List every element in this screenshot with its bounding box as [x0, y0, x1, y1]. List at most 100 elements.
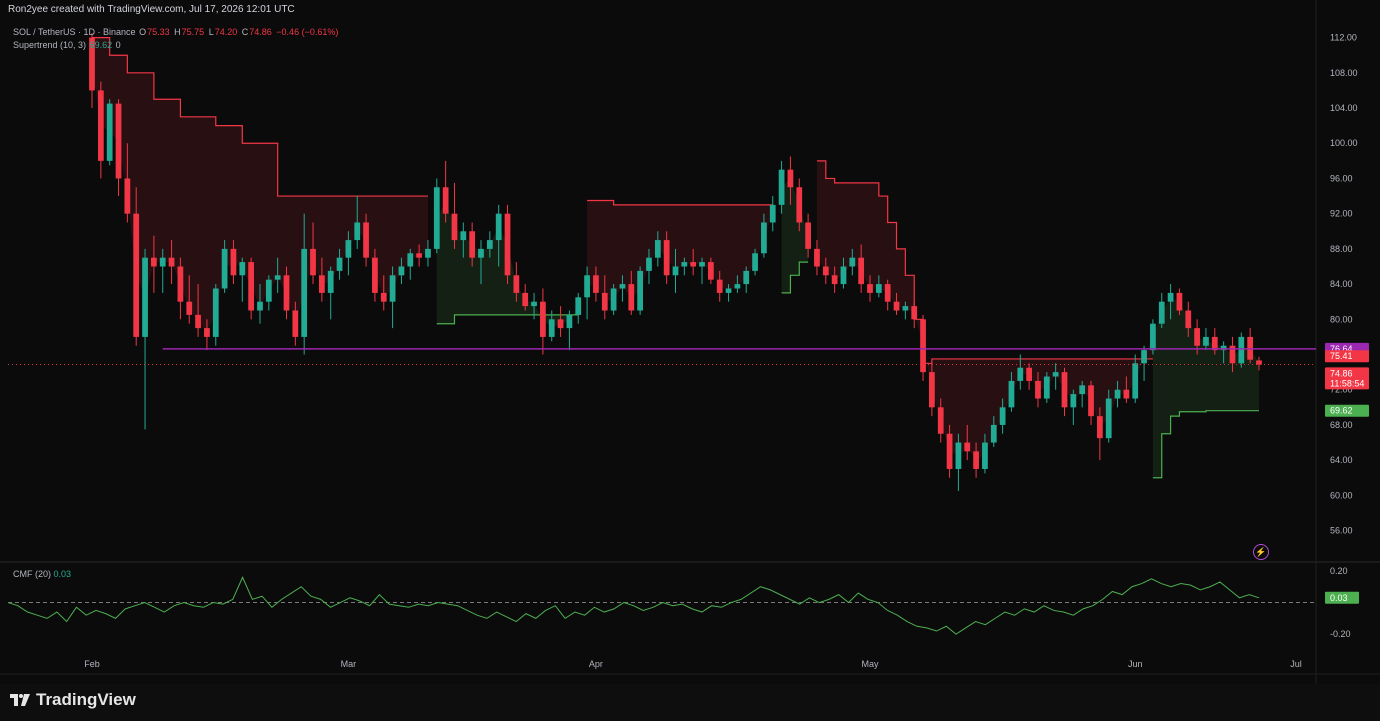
candle-body — [990, 424, 997, 443]
candle-body — [540, 301, 546, 337]
candle-body — [911, 306, 918, 320]
candle-body — [955, 442, 962, 469]
supertrend-value: 69.62 — [89, 40, 113, 50]
tradingview-logo[interactable]: TradingView — [10, 690, 136, 710]
candle-body — [1017, 367, 1024, 381]
time-tick-label: Jun — [1128, 659, 1143, 669]
candle-body — [637, 270, 644, 311]
candle — [433, 178, 440, 254]
candle-body — [248, 262, 255, 311]
candle-body — [884, 284, 891, 302]
candle-body — [725, 288, 732, 293]
candle-body — [504, 213, 511, 276]
candle-body — [840, 266, 847, 285]
symbol-legend[interactable]: SOL / TetherUS · 1D · Binance O75.33 H75… — [13, 27, 339, 37]
candle-body — [460, 231, 467, 241]
price-tick-label: 80.00 — [1330, 314, 1353, 324]
price-tick-label: 112.00 — [1330, 33, 1357, 43]
price-tick-label: 68.00 — [1330, 420, 1353, 430]
candle-body — [407, 253, 414, 267]
cmf-legend[interactable]: CMF (20) 0.03 — [13, 569, 71, 579]
candle-body — [937, 407, 944, 434]
candle-body — [416, 253, 422, 258]
candle-body — [274, 275, 281, 280]
candle-body — [690, 262, 697, 267]
candle-body — [654, 240, 661, 258]
candle-body — [239, 262, 246, 276]
candle-body — [478, 248, 484, 258]
candle — [212, 284, 219, 346]
candle-body — [1061, 372, 1068, 408]
candle-body — [752, 253, 758, 271]
supertrend-badge-label: 69.62 — [1330, 406, 1353, 416]
candle-body — [151, 257, 157, 267]
last-price-badge-countdown: 11:58:54 — [1330, 378, 1364, 388]
candle-body — [1079, 385, 1086, 395]
candle-body — [451, 213, 458, 241]
candle-body — [292, 310, 299, 337]
candle-body — [336, 257, 343, 271]
candle-body — [327, 270, 334, 293]
candle-body — [778, 169, 785, 205]
candle-body — [699, 262, 705, 267]
last-price-badge-label: 74.86 — [1330, 368, 1353, 378]
candle-body — [663, 240, 670, 276]
time-tick-label: May — [861, 659, 879, 669]
candle-body — [345, 240, 352, 258]
price-tick-label: 88.00 — [1330, 244, 1353, 254]
candle-body — [372, 257, 378, 293]
candle-body — [646, 257, 652, 271]
candle-body — [849, 257, 856, 267]
candle — [1043, 372, 1050, 403]
candle-body — [186, 301, 193, 315]
candle-body — [425, 248, 431, 258]
candle-body — [1150, 323, 1156, 351]
candle-body — [97, 90, 104, 161]
candle-body — [716, 279, 723, 293]
candle-body — [681, 262, 688, 267]
lightning-icon[interactable]: ⚡ — [1253, 544, 1269, 560]
candle-body — [1194, 328, 1200, 346]
candle-body — [628, 284, 635, 311]
candle-body — [902, 306, 909, 311]
candle-body — [380, 292, 387, 302]
price-tick-label: 96.00 — [1330, 173, 1353, 183]
candle-body — [1123, 389, 1130, 399]
candle-body — [1141, 350, 1147, 364]
candle-body — [707, 262, 714, 280]
time-tick-label: Apr — [589, 659, 603, 669]
candle-body — [513, 275, 520, 293]
candle-body — [1043, 376, 1050, 399]
candle-body — [672, 266, 679, 276]
candle-body — [1088, 385, 1094, 417]
supertrend-extra: 0 — [115, 40, 121, 50]
candle-body — [822, 266, 829, 276]
candle-body — [433, 187, 440, 249]
price-tick-label: 64.00 — [1330, 455, 1353, 465]
candle — [920, 314, 926, 381]
prev-close-badge-label: 75.41 — [1330, 351, 1353, 361]
candle — [248, 257, 255, 320]
candle — [1238, 332, 1245, 368]
candle-body — [787, 169, 794, 188]
candle-body — [1203, 336, 1209, 346]
ohlc-high: H75.75 — [174, 27, 205, 37]
candle-body — [1185, 310, 1192, 329]
candle-body — [133, 213, 140, 337]
candle-body — [867, 284, 873, 293]
candle-body — [1132, 363, 1139, 399]
candle-body — [142, 257, 148, 337]
price-chart[interactable]: 112.00 108.00 104.00 100.00 96.00 92.00 88.00 8… — [0, 0, 1380, 684]
candle-body — [212, 288, 219, 337]
candle — [610, 284, 617, 315]
supertrend-label: Supertrend (10, 3) — [13, 40, 87, 50]
candle-body — [964, 442, 971, 452]
candle-body — [124, 178, 131, 214]
candle-body — [1256, 360, 1262, 365]
candle-body — [610, 288, 617, 311]
supertrend-legend[interactable]: Supertrend (10, 3) 69.62 0 — [13, 40, 122, 50]
candle-body — [1096, 416, 1103, 439]
price-tick-label: 92.00 — [1330, 209, 1353, 219]
candle-body — [601, 292, 608, 311]
candle-body — [442, 187, 449, 214]
